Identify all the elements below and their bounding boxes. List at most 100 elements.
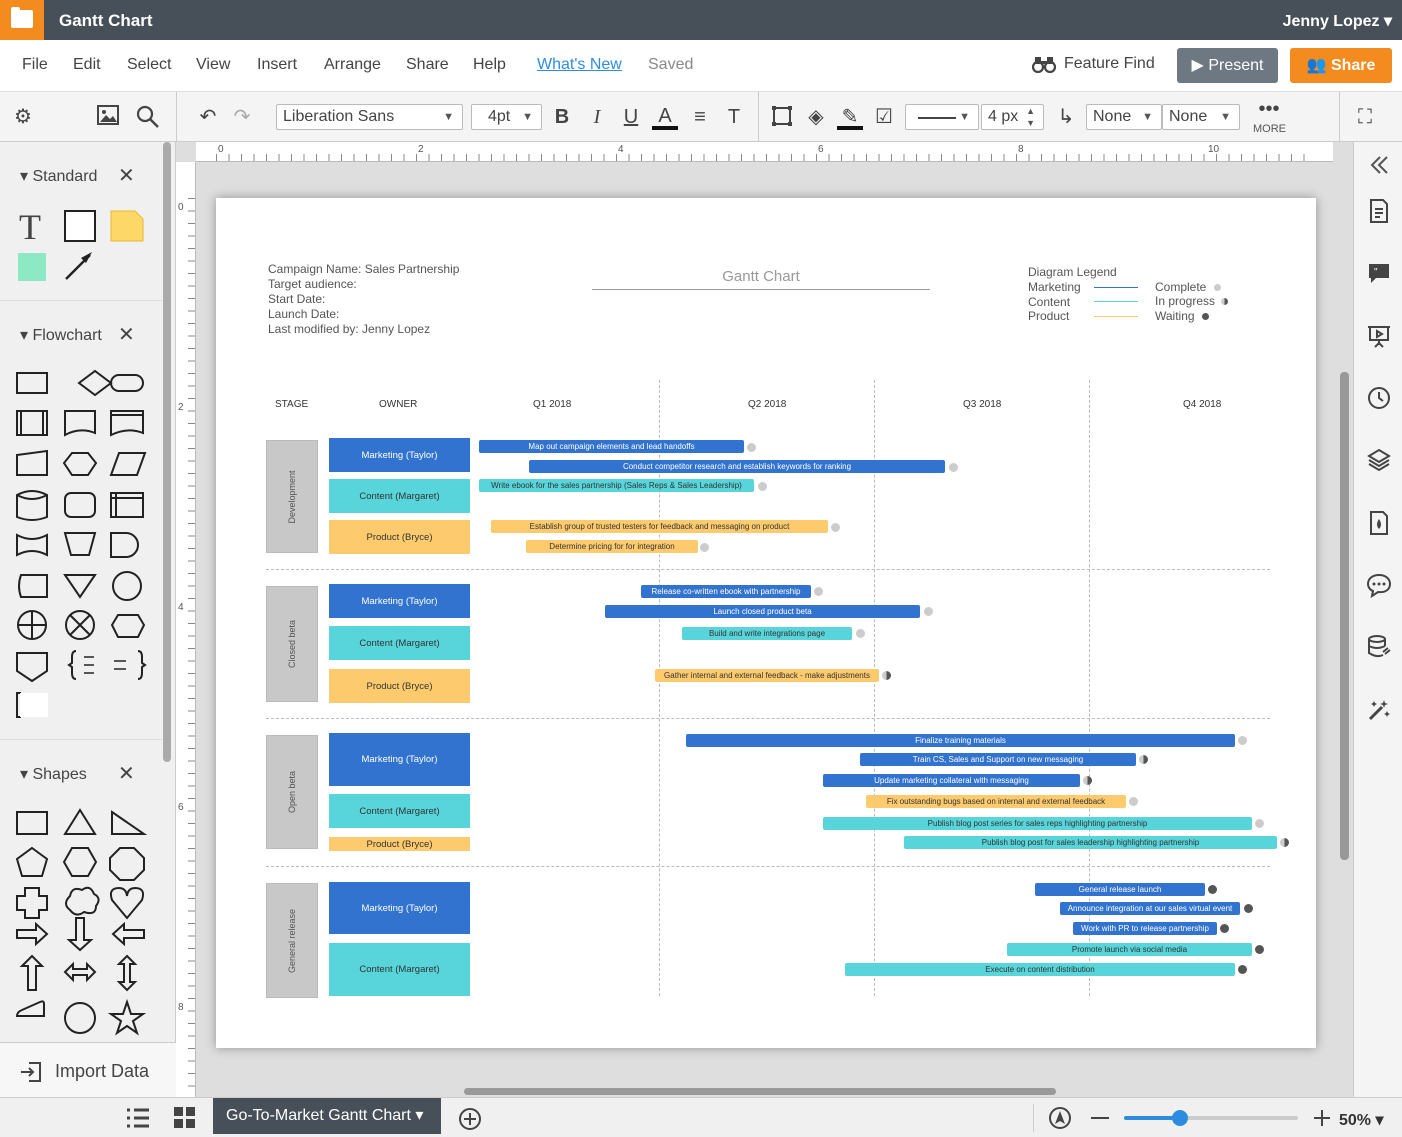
task-bar[interactable]: Conduct competitor research and establis… bbox=[529, 460, 945, 473]
undo-icon[interactable]: ↶ bbox=[195, 104, 221, 130]
search-icon[interactable] bbox=[135, 104, 161, 130]
gantt-title[interactable]: Gantt Chart bbox=[592, 268, 930, 290]
task-bar[interactable]: Build and write integrations page bbox=[682, 627, 852, 640]
data-link-icon[interactable] bbox=[1366, 634, 1392, 660]
style-icon[interactable]: ☑ bbox=[871, 104, 897, 130]
canvas-area[interactable]: 0 2 4 6 8 10 0 2 4 6 8 Campaign Name: Sa… bbox=[176, 142, 1353, 1097]
stage-development[interactable]: Development bbox=[266, 440, 318, 553]
arrow-end-select[interactable]: None ▼ bbox=[1162, 104, 1240, 130]
task-bar[interactable]: Work with PR to release partnership bbox=[1073, 922, 1217, 935]
task-bar[interactable]: Map out campaign elements and lead hando… bbox=[479, 440, 744, 453]
section-standard-header[interactable]: ▾ Standard bbox=[20, 166, 97, 186]
menu-view[interactable]: View bbox=[196, 56, 230, 74]
import-data-button[interactable]: Import Data bbox=[0, 1042, 176, 1097]
task-bar[interactable]: Gather internal and external feedback - … bbox=[655, 669, 879, 682]
fill-bucket-icon[interactable]: ◈ bbox=[803, 104, 829, 130]
menu-help[interactable]: Help bbox=[473, 56, 506, 74]
shape-border-icon[interactable] bbox=[769, 104, 795, 130]
presentation-icon[interactable] bbox=[1366, 323, 1392, 349]
section-flowchart-header[interactable]: ▾ Flowchart bbox=[20, 325, 102, 345]
more-dots-icon[interactable]: ••• bbox=[1256, 96, 1282, 122]
task-bar[interactable]: Train CS, Sales and Support on new messa… bbox=[860, 753, 1136, 766]
text-color-icon[interactable]: A bbox=[652, 104, 678, 130]
owner-product[interactable]: Product (Bryce) bbox=[329, 837, 470, 851]
owner-marketing[interactable]: Marketing (Taylor) bbox=[329, 584, 470, 618]
feature-find-button[interactable]: Feature Find bbox=[1032, 55, 1155, 73]
owner-marketing[interactable]: Marketing (Taylor) bbox=[329, 882, 470, 934]
zoom-out-icon[interactable] bbox=[1091, 1117, 1109, 1119]
line-width-stepper[interactable]: 4 px ▲ ▼ bbox=[981, 104, 1044, 130]
task-bar[interactable]: Establish group of trusted testers for f… bbox=[491, 520, 828, 533]
share-button[interactable]: 👥 Share bbox=[1290, 48, 1392, 83]
page-settings-icon[interactable] bbox=[1366, 198, 1392, 224]
document-title[interactable]: Gantt Chart bbox=[59, 11, 153, 31]
owner-content[interactable]: Content (Margaret) bbox=[329, 626, 470, 660]
add-page-icon[interactable] bbox=[458, 1107, 482, 1131]
task-bar[interactable]: Promote launch via social media bbox=[1007, 943, 1252, 956]
list-view-icon[interactable] bbox=[125, 1107, 151, 1129]
whats-new-link[interactable]: What's New bbox=[537, 56, 622, 74]
zoom-in-icon[interactable] bbox=[1312, 1108, 1332, 1128]
italic-icon[interactable]: I bbox=[584, 104, 610, 130]
layers-icon[interactable] bbox=[1366, 447, 1392, 473]
campaign-info[interactable]: Campaign Name: Sales Partnership Target … bbox=[268, 262, 459, 337]
standard-shapes[interactable]: T bbox=[14, 207, 159, 297]
task-bar[interactable]: Update marketing collateral with messagi… bbox=[823, 774, 1080, 787]
fullscreen-icon[interactable]: ⛶ bbox=[1352, 104, 1378, 130]
owner-content[interactable]: Content (Margaret) bbox=[329, 794, 470, 828]
task-bar[interactable]: Publish blog post for sales leadership h… bbox=[904, 836, 1277, 849]
task-bar[interactable]: Announce integration at our sales virtua… bbox=[1060, 902, 1240, 915]
font-family-select[interactable]: Liberation Sans ▼ bbox=[276, 104, 463, 130]
basic-shapes[interactable] bbox=[14, 804, 159, 1036]
stage-open-beta[interactable]: Open beta bbox=[266, 735, 318, 849]
task-bar[interactable]: Write ebook for the sales partnership (S… bbox=[479, 479, 754, 492]
zoom-slider[interactable] bbox=[1124, 1110, 1298, 1126]
vertical-scrollbar[interactable] bbox=[1340, 372, 1349, 860]
close-icon[interactable]: ✕ bbox=[118, 761, 135, 786]
align-icon[interactable]: ≡ bbox=[687, 104, 713, 130]
owner-content[interactable]: Content (Margaret) bbox=[329, 479, 470, 513]
stage-closed-beta[interactable]: Closed beta bbox=[266, 586, 318, 702]
arrow-start-select[interactable]: None ▼ bbox=[1086, 104, 1162, 130]
horizontal-scrollbar[interactable] bbox=[464, 1088, 1056, 1095]
user-menu[interactable]: Jenny Lopez ▾ bbox=[1283, 11, 1392, 31]
gear-icon[interactable]: ⚙ bbox=[10, 104, 36, 130]
underline-icon[interactable]: U bbox=[618, 104, 644, 130]
owner-product[interactable]: Product (Bryce) bbox=[329, 520, 470, 554]
comments-quote-icon[interactable]: " bbox=[1366, 260, 1392, 286]
menu-share[interactable]: Share bbox=[406, 56, 449, 74]
stage-general-release[interactable]: General release bbox=[266, 883, 318, 998]
theme-drop-icon[interactable] bbox=[1366, 510, 1392, 536]
menu-file[interactable]: File bbox=[22, 56, 48, 74]
flowchart-shapes[interactable] bbox=[14, 367, 159, 727]
close-icon[interactable]: ✕ bbox=[118, 163, 135, 188]
redo-icon[interactable]: ↷ bbox=[229, 104, 255, 130]
owner-content[interactable]: Content (Margaret) bbox=[329, 943, 470, 996]
menu-edit[interactable]: Edit bbox=[73, 56, 101, 74]
close-icon[interactable]: ✕ bbox=[118, 322, 135, 347]
task-bar[interactable]: Release co-written ebook with partnershi… bbox=[641, 585, 811, 598]
present-button[interactable]: ▶ Present bbox=[1177, 48, 1278, 83]
menu-select[interactable]: Select bbox=[127, 56, 171, 74]
task-bar[interactable]: Launch closed product beta bbox=[605, 605, 920, 618]
documents-folder-icon[interactable] bbox=[0, 0, 44, 40]
sidebar-scrollbar[interactable] bbox=[163, 142, 171, 762]
line-style-select[interactable]: ▼ bbox=[905, 104, 979, 130]
task-bar[interactable]: General release launch bbox=[1035, 883, 1205, 896]
owner-product[interactable]: Product (Bryce) bbox=[329, 669, 470, 703]
connector-icon[interactable]: ↳ bbox=[1053, 104, 1079, 130]
chat-icon[interactable] bbox=[1366, 572, 1392, 598]
collapse-panel-icon[interactable] bbox=[1366, 152, 1392, 178]
image-icon[interactable] bbox=[95, 104, 121, 130]
task-bar[interactable]: Execute on content distribution bbox=[845, 963, 1235, 976]
task-bar[interactable]: Finalize training materials bbox=[686, 734, 1235, 747]
line-color-icon[interactable]: ✎ bbox=[837, 104, 863, 130]
section-shapes-header[interactable]: ▾ Shapes bbox=[20, 764, 87, 784]
grid-view-icon[interactable] bbox=[173, 1106, 197, 1130]
page-tab[interactable]: Go-To-Market Gantt Chart ▾ bbox=[213, 1098, 441, 1134]
owner-marketing[interactable]: Marketing (Taylor) bbox=[329, 733, 470, 786]
task-bar[interactable]: Determine pricing for for integration bbox=[526, 540, 698, 553]
more-label[interactable]: MORE bbox=[1253, 123, 1286, 135]
owner-marketing[interactable]: Marketing (Taylor) bbox=[329, 438, 470, 472]
history-clock-icon[interactable] bbox=[1366, 385, 1392, 411]
